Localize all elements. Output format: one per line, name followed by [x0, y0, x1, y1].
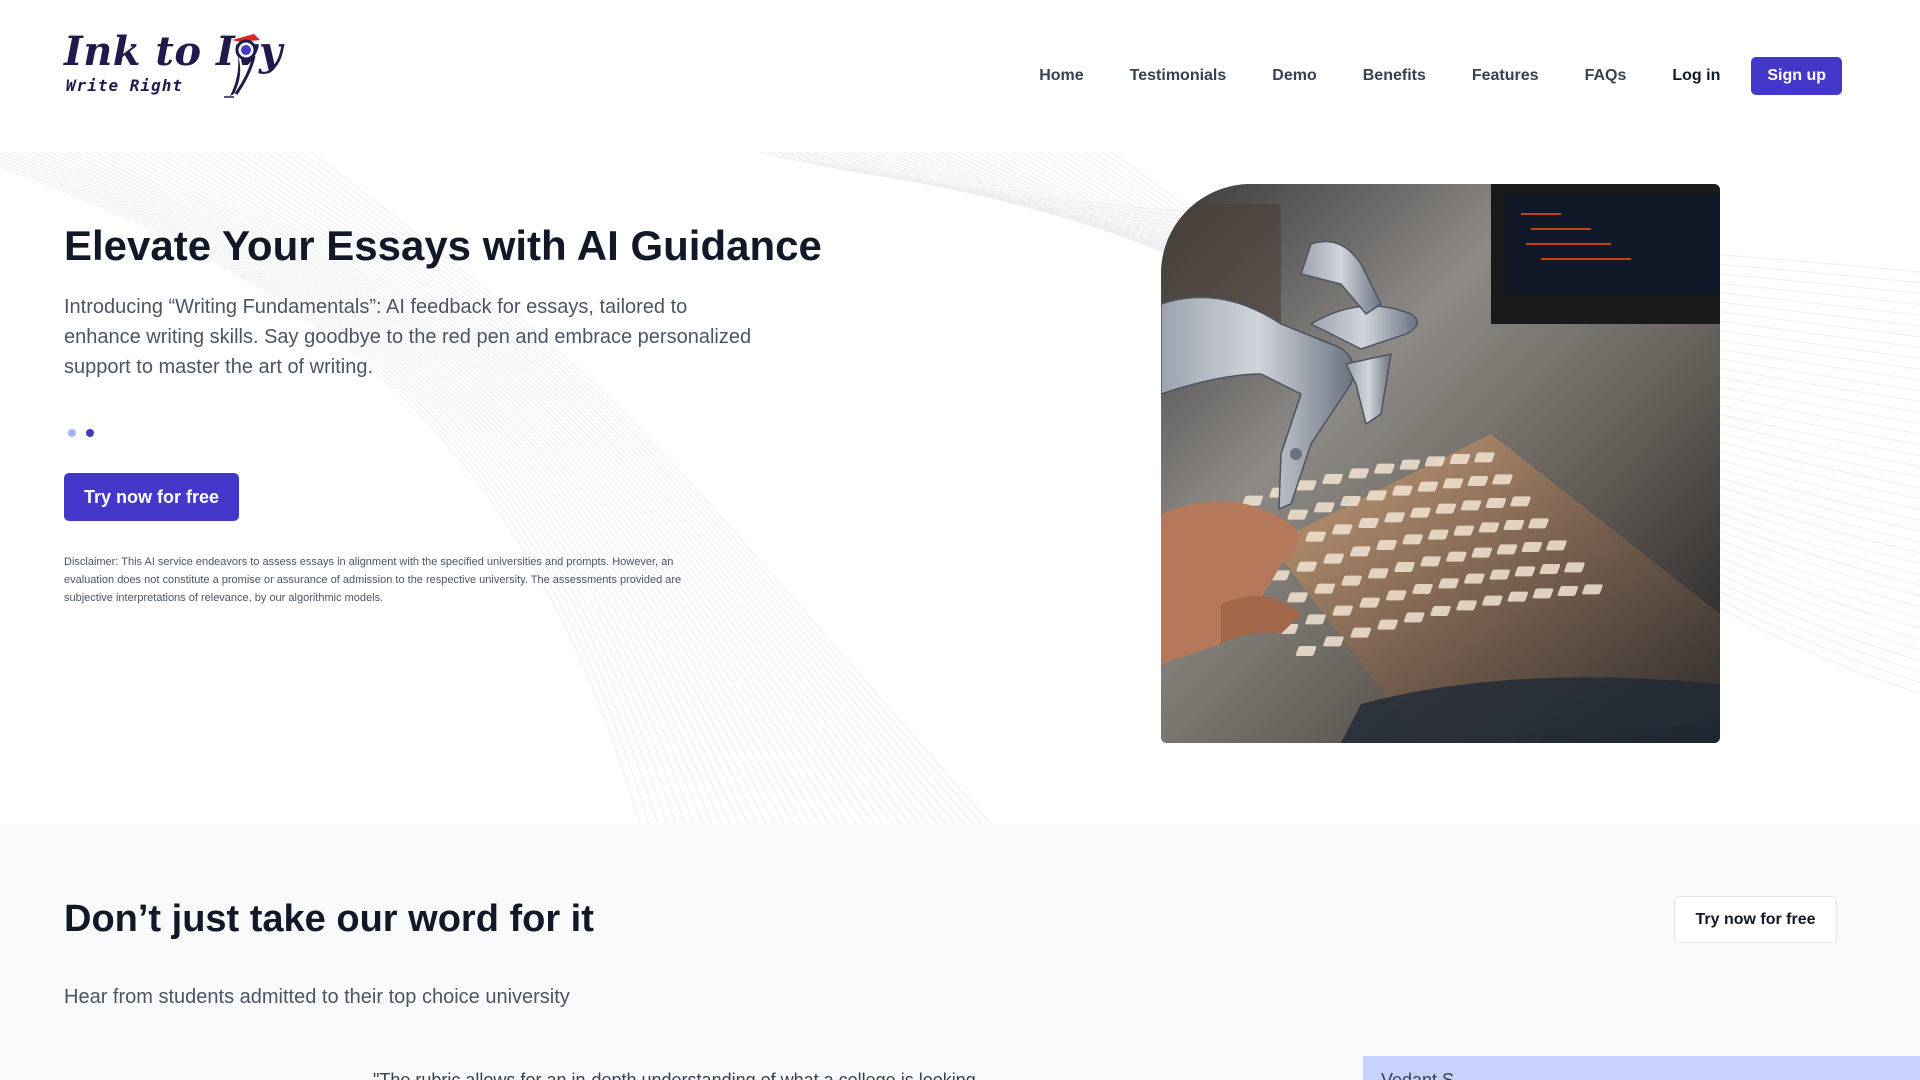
nav-testimonials[interactable]: Testimonials: [1130, 67, 1227, 85]
try-now-button[interactable]: Try now for free: [64, 473, 239, 521]
hero-description: Introducing “Writing Fundamentals”: AI f…: [64, 296, 752, 378]
testimonial-quote: "The rubric allows for an in-depth under…: [373, 1070, 976, 1080]
pen-icon: [224, 34, 260, 98]
login-link[interactable]: Log in: [1672, 67, 1720, 85]
nav-home[interactable]: Home: [1039, 67, 1083, 85]
testimonial-card[interactable]: Vedant S.: [1363, 1056, 1920, 1080]
logo[interactable]: Ink to Ivy Write Right: [64, 28, 282, 98]
disclaimer-text: Disclaimer: This AI service endeavors to…: [64, 556, 682, 604]
testimonials-try-button[interactable]: Try now for free: [1674, 896, 1837, 943]
main-nav: Home Testimonials Demo Benefits Features…: [993, 57, 1842, 95]
carousel-dot-1[interactable]: [68, 429, 76, 437]
testimonials-subtitle: Hear from students admitted to their top…: [64, 986, 570, 1008]
nav-faqs[interactable]: FAQs: [1585, 67, 1627, 85]
site-header: Ink to Ivy Write Right Home Testimonials…: [0, 0, 1920, 150]
nav-features[interactable]: Features: [1472, 67, 1539, 85]
carousel-indicators: [68, 429, 104, 437]
hero-section: Elevate Your Essays with AI Guidance Int…: [0, 152, 1920, 824]
hero-title: Elevate Your Essays with AI Guidance: [64, 222, 822, 269]
logo-subtitle: Write Right: [66, 76, 183, 95]
signup-button[interactable]: Sign up: [1751, 57, 1842, 95]
nav-benefits[interactable]: Benefits: [1363, 67, 1426, 85]
testimonials-section: Don’t just take our word for it Hear fro…: [0, 824, 1920, 1080]
testimonial-author: Vedant S.: [1381, 1070, 1460, 1080]
carousel-dot-2[interactable]: [86, 429, 94, 437]
hero-image-robot-typing: [1161, 184, 1720, 743]
nav-demo[interactable]: Demo: [1272, 67, 1316, 85]
testimonials-title: Don’t just take our word for it: [64, 898, 594, 940]
